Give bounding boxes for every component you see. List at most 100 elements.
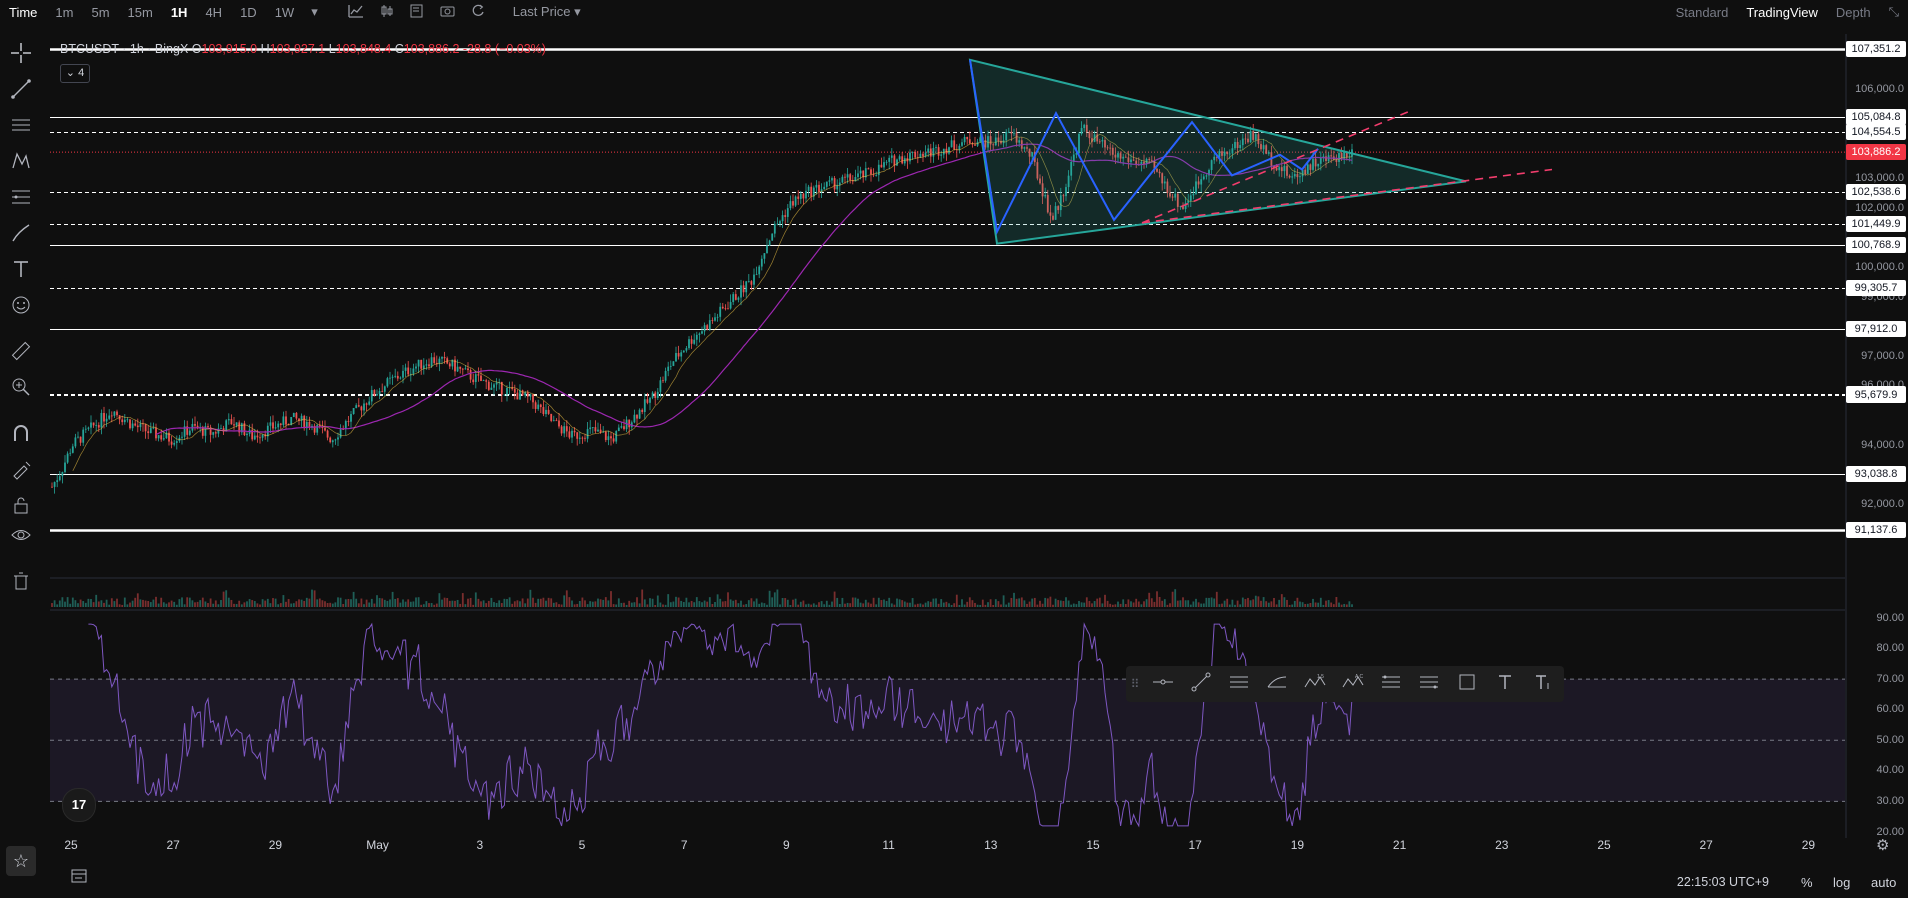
candle-body (867, 168, 870, 170)
volume-bar (773, 592, 776, 607)
volume-bar (1075, 604, 1078, 607)
auto-toggle[interactable]: auto (1871, 875, 1896, 890)
volume-bar (526, 598, 529, 607)
volume-bar (672, 601, 675, 607)
low-value: 103,848.4 (335, 42, 392, 56)
candle-body (942, 148, 945, 155)
log-toggle[interactable]: log (1833, 875, 1850, 890)
price-tick-label: 50.00 (1876, 733, 1904, 746)
indicator-toggle[interactable]: ⌄ 4 (60, 64, 90, 83)
volume-bar (872, 597, 875, 607)
rectangle-icon[interactable] (1448, 673, 1486, 695)
volume-bar (909, 602, 911, 607)
text-icon[interactable] (1486, 673, 1524, 695)
close-value: 103,886.2 (403, 42, 460, 56)
volume-bar (695, 597, 698, 607)
candle-body (303, 415, 306, 429)
volume-bar (339, 597, 342, 607)
candle-body (389, 377, 391, 379)
volume-bar (131, 600, 134, 607)
volume-bar (337, 597, 339, 607)
candle-body (968, 139, 971, 144)
volume-bar (1273, 597, 1275, 607)
volume-bar (1332, 604, 1335, 607)
candle-body (742, 285, 745, 293)
drag-handle-icon[interactable]: ⠿ (1126, 677, 1144, 691)
candle-body (92, 422, 95, 426)
volume-bar (729, 599, 732, 607)
candle-body (194, 423, 196, 426)
candle-body (721, 306, 724, 309)
volume-bar (1127, 599, 1130, 607)
volume-bar (1098, 597, 1101, 607)
time-tick-label: 17 (1188, 838, 1202, 852)
time-axis[interactable]: 25 27 29 May 3 5 7 9 11 13 15 17 19 21 23 25 27 29 (50, 838, 1840, 858)
candle-body (690, 339, 693, 344)
volume-bar (789, 604, 792, 607)
candle-body (870, 169, 872, 175)
pitchfork-icon[interactable] (1258, 674, 1296, 694)
volume-bar (987, 602, 989, 607)
candle-body (331, 440, 334, 443)
volume-bar (1192, 601, 1195, 607)
volume-bar (227, 597, 230, 607)
candle-body (677, 353, 680, 357)
volume-bar (638, 603, 641, 607)
volume-bar (84, 602, 87, 607)
price-chart[interactable] (0, 0, 1908, 898)
volume-bar (165, 603, 168, 607)
chart-legend: BTCUSDT · 1h · BingX O103,915.0 H103,927… (60, 42, 546, 56)
candle-body (537, 404, 540, 409)
level-price-badge: 101,449.9 (1846, 216, 1906, 233)
volume-bar (966, 601, 969, 607)
candle-body (326, 430, 329, 438)
candle-body (888, 157, 891, 162)
candle-body (571, 430, 573, 438)
gear-icon[interactable]: ⚙ (1876, 836, 1889, 854)
candle-body (394, 375, 397, 377)
trend-line-icon[interactable] (1182, 672, 1220, 696)
volume-bar (841, 597, 844, 607)
candle-body (534, 402, 537, 409)
abcd-pattern-icon[interactable]: A C (1334, 673, 1372, 695)
volume-bar (1158, 596, 1161, 607)
text-anchor-icon[interactable] (1524, 673, 1562, 695)
xabcd-pattern-icon[interactable]: 1 5 (1296, 673, 1334, 695)
volume-bar (758, 603, 761, 607)
volume-bar (1117, 601, 1119, 607)
volume-bar (893, 604, 896, 607)
candle-body (412, 368, 415, 374)
candle-body (144, 424, 147, 432)
candle-body (334, 439, 337, 441)
candle-body (758, 266, 761, 275)
time-tick-label: 13 (984, 838, 998, 852)
volume-bar (295, 601, 298, 607)
candle-body (503, 394, 506, 396)
candle-body (755, 274, 758, 276)
candle-body (105, 418, 108, 422)
volume-bar (971, 600, 974, 607)
volume-bar (1020, 597, 1023, 607)
volume-bar (292, 603, 295, 607)
horizontal-ray-icon[interactable] (1144, 675, 1182, 693)
volume-bar (334, 602, 337, 607)
indicator-count: 4 (78, 67, 85, 79)
symbol-label[interactable]: BTCUSDT · 1h · BingX (60, 42, 188, 56)
parallel-channel-icon[interactable] (1220, 674, 1258, 694)
volume-bar (591, 601, 594, 607)
fib-extension-icon[interactable] (1410, 674, 1448, 694)
volume-bar (721, 601, 724, 607)
percent-toggle[interactable]: % (1801, 875, 1813, 890)
volume-bar (768, 590, 771, 607)
candle-body (279, 423, 282, 426)
volume-bar (69, 603, 72, 607)
volume-bar (1156, 591, 1158, 607)
candle-body (745, 281, 748, 293)
level-price-badge: 105,084.8 (1846, 108, 1906, 125)
volume-bar (646, 604, 649, 607)
fib-retracement-icon[interactable] (1372, 674, 1410, 694)
volume-bar (1135, 598, 1138, 607)
candle-body (316, 425, 319, 433)
volume-bar (1257, 596, 1260, 607)
candle-body (77, 436, 79, 438)
